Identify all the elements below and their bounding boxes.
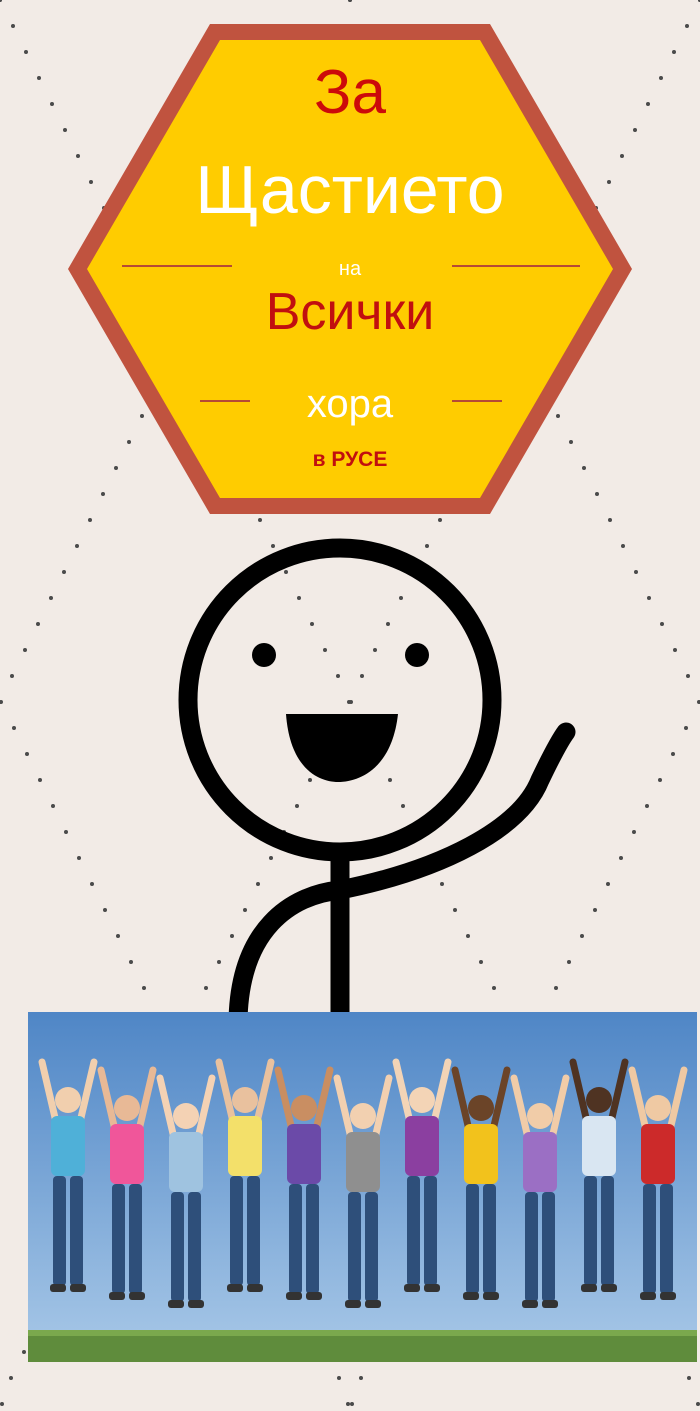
headline-za: За [314, 58, 386, 127]
background-dot [359, 1376, 363, 1380]
waving-stick-figure-icon [178, 538, 576, 1020]
headline-na: на [338, 258, 362, 280]
headline-all: Всички [265, 283, 435, 341]
background-dot [350, 1402, 354, 1406]
background-dot [22, 1350, 26, 1354]
background-dot [687, 1376, 691, 1380]
poster-page: За Щастието на Всички хора в РУСЕ [0, 0, 700, 1411]
background-dot [9, 1376, 13, 1380]
headline-people: хора [306, 382, 394, 426]
background-dot [696, 1402, 700, 1406]
jumping-people-photo [28, 1012, 697, 1362]
background-dot [346, 1402, 350, 1406]
background-dot [337, 1376, 341, 1380]
headline-city: в РУСЕ [312, 448, 388, 471]
background-dot [0, 1402, 4, 1406]
headline-happiness: Щастието [195, 152, 505, 228]
